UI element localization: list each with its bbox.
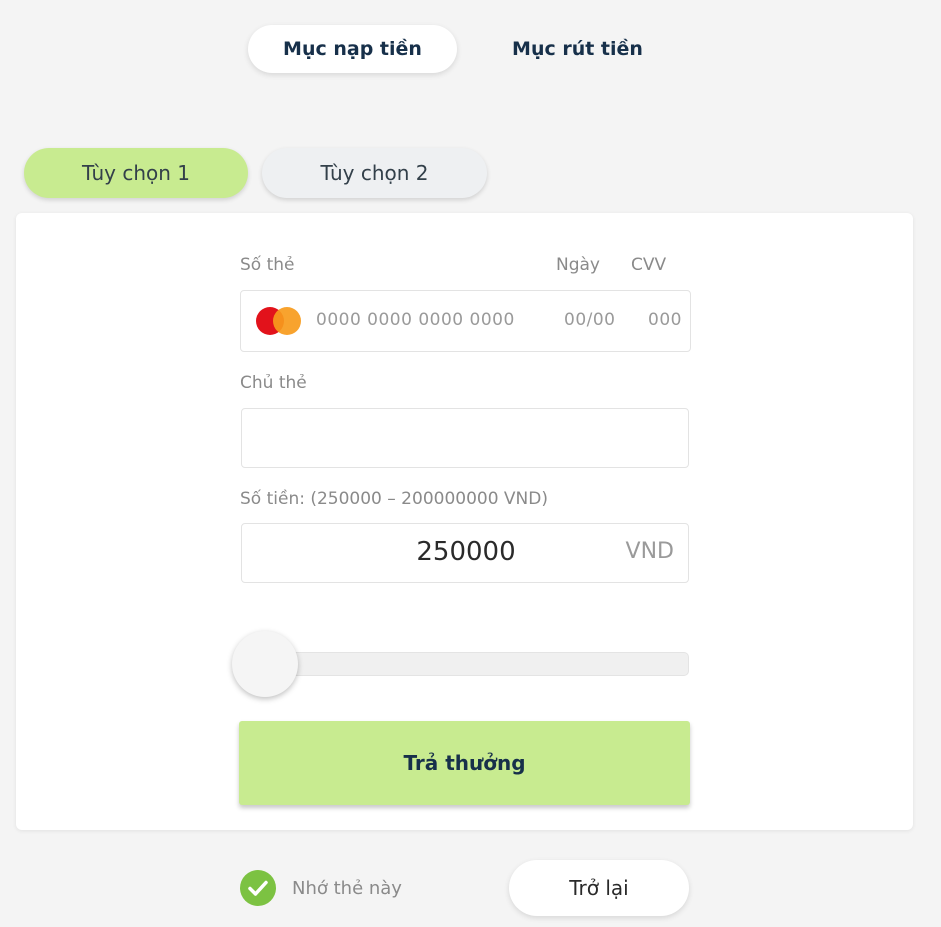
submit-button[interactable]: Trả thưởng [239,721,690,805]
remember-card-label: Nhớ thẻ này [292,878,402,899]
currency-unit: VND [625,539,674,564]
card-input-group: 0000 0000 0000 0000 00/00 000 [240,290,691,352]
amount-input[interactable]: 250000 [242,537,690,567]
back-button[interactable]: Trở lại [509,860,689,916]
card-holder-input[interactable] [241,408,689,468]
checkmark-icon [248,880,268,896]
card-number-input[interactable]: 0000 0000 0000 0000 [316,310,515,330]
amount-label: Số tiền: (250000 – 200000000 VND) [240,489,549,509]
payment-form-card: Số thẻ Ngày CVV 0000 0000 0000 0000 00/0… [16,213,913,830]
date-label: Ngày [556,255,600,275]
remember-checkbox[interactable] [240,870,276,906]
card-number-label: Số thẻ [240,255,295,275]
tab-deposit[interactable]: Mục nạp tiền [248,25,457,73]
option-1-button[interactable]: Tùy chọn 1 [24,148,248,198]
amount-input-group: 250000 VND [241,523,689,583]
cvv-input[interactable]: 000 [648,310,682,330]
tab-withdraw[interactable]: Mục rút tiền [480,25,675,73]
mastercard-icon [256,307,302,335]
expiry-date-input[interactable]: 00/00 [564,310,616,330]
amount-slider-handle[interactable] [232,631,298,697]
amount-slider-track[interactable] [241,652,689,676]
cvv-label: CVV [631,255,667,275]
card-holder-label: Chủ thẻ [240,373,307,393]
option-2-button[interactable]: Tùy chọn 2 [262,148,487,198]
